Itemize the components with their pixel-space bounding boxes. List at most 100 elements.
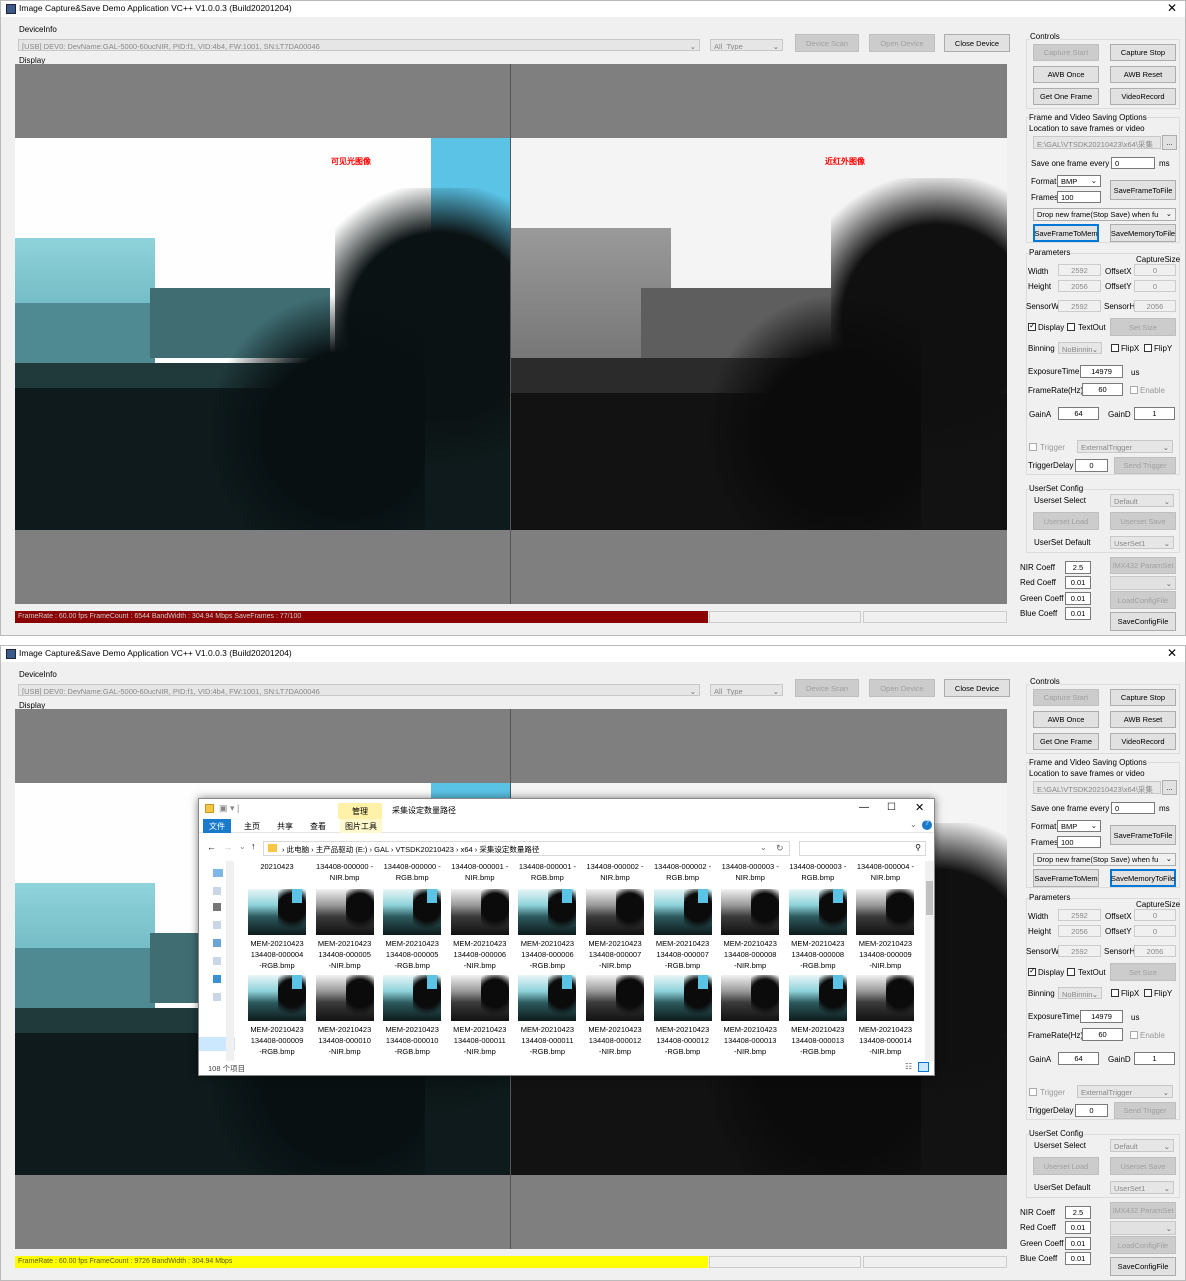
nir-thumbnail[interactable] (856, 889, 915, 935)
type-select[interactable]: All_Type ⌄ (710, 39, 783, 51)
offsety-field[interactable]: 0 (1134, 280, 1176, 292)
open-device-button[interactable]: Open Device (869, 34, 935, 52)
file-name[interactable]: 134408-000011 (513, 1035, 581, 1046)
userset-select[interactable]: Default ⌄ (1110, 494, 1174, 507)
width-field[interactable]: 2592 (1058, 264, 1101, 276)
display-checkbox[interactable] (1028, 321, 1036, 331)
file-name[interactable]: MEM-20210423 (311, 1024, 379, 1035)
recent-dropdown-icon[interactable]: ⌄ (239, 842, 246, 851)
nir-thumbnail[interactable] (450, 975, 509, 1021)
type-select[interactable]: All_Type ⌄ (710, 684, 783, 696)
file-name[interactable]: 134408-000010 (378, 1035, 446, 1046)
close-icon[interactable]: ✕ (915, 801, 924, 814)
get-one-frame-button[interactable]: Get One Frame (1033, 88, 1099, 105)
file-name[interactable]: MEM-20210423 (581, 1024, 649, 1035)
save-path-field[interactable]: E:\GAL\VTSDK20210423\x64\采集 (1033, 781, 1161, 794)
file-name[interactable]: 134408-000010 (311, 1035, 379, 1046)
file-name[interactable]: MEM-20210423 (311, 938, 379, 949)
red-coeff-input[interactable]: 0.01 (1065, 576, 1091, 589)
save-config-button[interactable]: SaveConfigFile (1110, 612, 1176, 631)
gaind-input[interactable]: 1 (1134, 407, 1175, 420)
file-name[interactable]: -RGB.bmp (513, 960, 581, 971)
file-name[interactable]: MEM-20210423 (446, 1024, 514, 1035)
file-name[interactable]: MEM-20210423 (784, 938, 852, 949)
file-name[interactable]: -NIR.bmp (446, 1046, 514, 1057)
breadcrumb-item[interactable]: VTSDK20210423 (396, 845, 454, 854)
close-icon[interactable]: ✕ (1167, 1, 1177, 15)
file-name[interactable]: MEM-20210423 (513, 1024, 581, 1035)
send-trigger-button[interactable]: Send Trigger (1114, 1102, 1176, 1119)
framerate-input[interactable]: 60 (1082, 1028, 1123, 1041)
device-select[interactable]: [USB] DEV0: DevName:GAL-5000-60ucNIR, PI… (18, 684, 700, 696)
help-icon[interactable]: ? (922, 820, 932, 830)
framerate-enable-checkbox[interactable] (1130, 1031, 1138, 1039)
awb-reset-button[interactable]: AWB Reset (1110, 66, 1176, 83)
tab-home[interactable]: 主页 (244, 821, 260, 832)
file-name[interactable]: 134408-000004 (243, 949, 311, 960)
file-name-partial[interactable]: 134408-000002 -RGB.bmp (649, 861, 717, 883)
back-arrow-icon[interactable]: ← (207, 842, 216, 852)
tab-view[interactable]: 查看 (310, 821, 326, 832)
userset-load-button[interactable]: Userset Load (1033, 1157, 1099, 1175)
rgb-thumbnail[interactable] (518, 975, 577, 1021)
file-name-partial[interactable]: 134408-000001 -RGB.bmp (513, 861, 581, 883)
file-name[interactable]: MEM-20210423 (243, 938, 311, 949)
blue-coeff-input[interactable]: 0.01 (1065, 607, 1091, 620)
file-name[interactable]: 134408-000013 (716, 1035, 784, 1046)
breadcrumb-item[interactable]: 主产品驱动 (E:) (316, 845, 368, 854)
gaina-input[interactable]: 64 (1058, 1052, 1099, 1065)
exposure-input[interactable]: 14979 (1080, 1010, 1123, 1023)
file-name[interactable]: -NIR.bmp (581, 1046, 649, 1057)
flipy-checkbox[interactable] (1144, 344, 1152, 352)
nav-icon[interactable] (213, 903, 221, 911)
file-name-partial[interactable]: 134408-000000 -NIR.bmp (311, 861, 379, 883)
open-device-button[interactable]: Open Device (869, 679, 935, 697)
address-bar[interactable]: › 此电脑 › 主产品驱动 (E:) › GAL › VTSDK20210423… (263, 841, 790, 856)
offsetx-field[interactable]: 0 (1134, 264, 1176, 276)
offsety-field[interactable]: 0 (1134, 925, 1176, 937)
file-name[interactable]: -NIR.bmp (716, 1046, 784, 1057)
save-path-field[interactable]: E:\GAL\VTSDK20210423\x64\采集 (1033, 136, 1161, 149)
config-select[interactable]: ⌄ (1110, 1221, 1176, 1235)
file-name[interactable]: MEM-20210423 (513, 938, 581, 949)
height-field[interactable]: 2056 (1058, 925, 1101, 937)
height-field[interactable]: 2056 (1058, 280, 1101, 292)
userset-save-button[interactable]: Userset Save (1110, 1157, 1176, 1175)
quick-access-icon[interactable]: ▣ ▾ | (219, 803, 239, 814)
nir-coeff-input[interactable]: 2.5 (1065, 561, 1091, 574)
video-record-button[interactable]: VideoRecord (1110, 88, 1176, 105)
browse-button[interactable]: ... (1162, 780, 1177, 795)
awb-once-button[interactable]: AWB Once (1033, 711, 1099, 728)
scroll-thumb[interactable] (926, 881, 933, 915)
green-coeff-input[interactable]: 0.01 (1065, 1237, 1091, 1250)
file-name[interactable]: -RGB.bmp (784, 1046, 852, 1057)
file-name[interactable]: -RGB.bmp (649, 960, 717, 971)
flipx-checkbox[interactable] (1111, 989, 1119, 997)
breadcrumb-item[interactable]: GAL (374, 845, 389, 854)
nir-thumbnail[interactable] (721, 975, 780, 1021)
file-name[interactable]: MEM-20210423 (378, 1024, 446, 1035)
nir-coeff-input[interactable]: 2.5 (1065, 1206, 1091, 1219)
display-checkbox[interactable] (1028, 966, 1036, 976)
framerate-enable-checkbox[interactable] (1130, 386, 1138, 394)
file-name-partial[interactable]: 134408-000001 -NIR.bmp (446, 861, 514, 883)
device-scan-button[interactable]: Device Scan (795, 34, 859, 52)
userset-default-select[interactable]: UserSet1 ⌄ (1110, 536, 1174, 549)
browse-button[interactable]: ... (1162, 135, 1177, 150)
textout-checkbox[interactable] (1067, 323, 1075, 331)
save-memory-to-file-button[interactable]: SaveMemoryToFile (1110, 869, 1176, 887)
video-record-button[interactable]: VideoRecord (1110, 733, 1176, 750)
trigger-delay-input[interactable]: 0 (1075, 459, 1108, 472)
file-name-partial[interactable]: 134408-000004 -NIR.bmp (851, 861, 919, 883)
file-name[interactable]: MEM-20210423 (649, 1024, 717, 1035)
file-name[interactable]: 134408-000008 (716, 949, 784, 960)
imx432-paramset-button[interactable]: IMX432 ParamSet (1110, 557, 1176, 574)
file-name[interactable]: -RGB.bmp (378, 960, 446, 971)
maximize-icon[interactable]: ☐ (887, 802, 896, 813)
save-memory-to-file-button[interactable]: SaveMemoryToFile (1110, 224, 1176, 242)
capture-stop-button[interactable]: Capture Stop (1110, 689, 1176, 706)
rgb-thumbnail[interactable] (788, 975, 847, 1021)
rgb-thumbnail[interactable] (248, 975, 306, 1021)
file-name[interactable]: -NIR.bmp (581, 960, 649, 971)
flipy-checkbox[interactable] (1144, 989, 1152, 997)
